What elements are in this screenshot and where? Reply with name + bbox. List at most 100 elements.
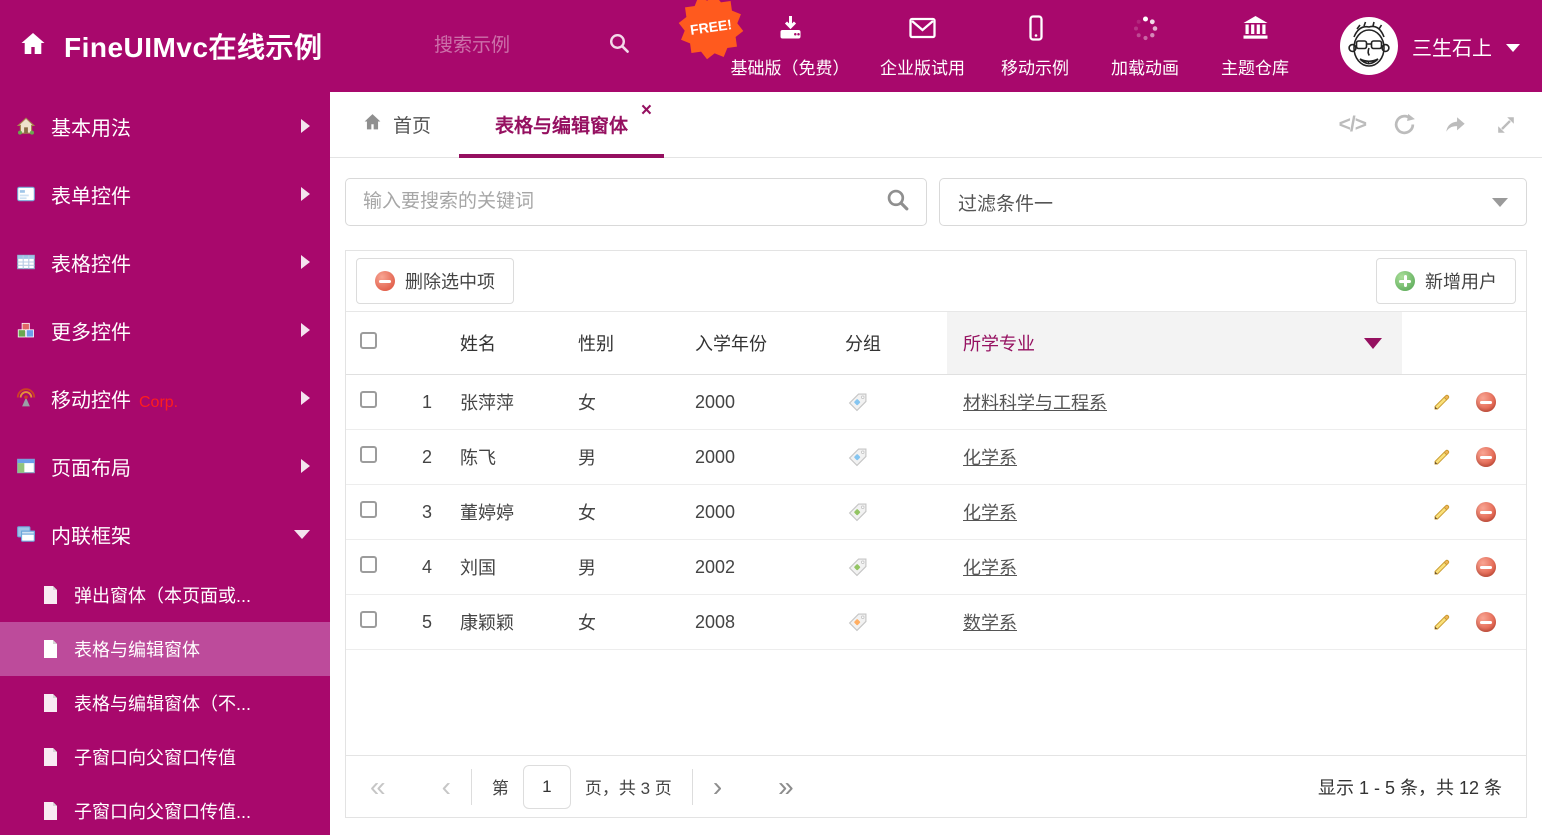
antenna-icon	[16, 388, 36, 408]
grid-toolbar: 删除选中项 新增用户	[346, 251, 1526, 311]
prev-page-button[interactable]: ‹	[442, 772, 451, 801]
add-user-button[interactable]: 新增用户	[1376, 258, 1516, 304]
edit-icon[interactable]	[1432, 447, 1452, 467]
edit-icon[interactable]	[1432, 392, 1452, 412]
chevron-down-icon	[1364, 337, 1382, 349]
cell-year: 2000	[695, 501, 736, 522]
major-link[interactable]: 数学系	[963, 613, 1017, 633]
major-link[interactable]: 化学系	[963, 503, 1017, 523]
sidebar-item-mobile-controls[interactable]: 移动控件 Corp.	[0, 364, 330, 432]
nav-item-mobile-demo[interactable]: 移动示例	[995, 14, 1075, 79]
home-icon	[362, 112, 383, 138]
delete-icon[interactable]	[1476, 392, 1496, 412]
sidebar-subitem-grid-edit-window[interactable]: 表格与编辑窗体	[0, 622, 330, 676]
cell-name: 张萍萍	[460, 393, 514, 413]
user-menu[interactable]: 三生石上	[1340, 0, 1520, 92]
chevron-down-icon	[1506, 43, 1520, 52]
nav-item-enterprise-trial[interactable]: 企业版试用	[880, 14, 965, 79]
brand-logo[interactable]: FineUIMvc在线示例	[18, 0, 323, 92]
delete-selected-button[interactable]: 删除选中项	[356, 258, 514, 304]
cell-year: 2000	[695, 391, 736, 412]
share-icon[interactable]	[1443, 112, 1468, 137]
tab-grid-edit-window[interactable]: 表格与编辑窗体 ×	[459, 92, 665, 158]
chevron-right-icon	[301, 323, 310, 337]
nav-item-theme-repo[interactable]: 主题仓库	[1215, 14, 1295, 79]
search-icon[interactable]	[885, 187, 911, 218]
top-search	[432, 0, 632, 92]
grid-panel: 删除选中项 新增用户 姓名 性别 入学年份 分组 所学专业 1 张萍萍 女 20…	[345, 250, 1527, 818]
table-icon	[16, 252, 36, 272]
delete-icon[interactable]	[1476, 502, 1496, 522]
keyword-search-input[interactable]	[361, 190, 885, 214]
page-number-input[interactable]	[522, 764, 571, 809]
sidebar-subitem-child-to-parent[interactable]: 子窗口向父窗口传值	[0, 730, 330, 784]
column-header-group[interactable]: 分组	[837, 330, 947, 356]
sidebar-item-page-layout[interactable]: 页面布局	[0, 432, 330, 500]
row-checkbox[interactable]	[360, 611, 377, 628]
nav-item-loading-animation[interactable]: 加载动画	[1105, 14, 1185, 79]
nav-item-basic-edition[interactable]: 基础版（免费）	[730, 14, 850, 79]
source-code-icon[interactable]: </>	[1339, 113, 1367, 137]
tab-toolbar: </>	[1339, 92, 1518, 157]
refresh-icon[interactable]	[1392, 112, 1417, 137]
row-checkbox[interactable]	[360, 391, 377, 408]
select-all-checkbox[interactable]	[360, 332, 377, 349]
record-count-summary: 显示 1 - 5 条，共 12 条	[1317, 777, 1502, 798]
spinner-icon	[1130, 14, 1161, 47]
first-page-button[interactable]: «	[370, 772, 386, 801]
sidebar-subitem-grid-edit-window-2[interactable]: 表格与编辑窗体（不...	[0, 676, 330, 730]
column-header-year[interactable]: 入学年份	[687, 330, 837, 356]
row-checkbox[interactable]	[360, 556, 377, 573]
main-content: 首页 表格与编辑窗体 × </> 输入要搜索的关键词 过滤条件一 删除选中项 新…	[330, 92, 1542, 835]
filter-dropdown[interactable]: 过滤条件一	[939, 178, 1527, 226]
major-link[interactable]: 化学系	[963, 448, 1017, 468]
search-icon[interactable]	[607, 31, 632, 61]
sidebar-item-grid-controls[interactable]: 表格控件	[0, 228, 330, 296]
table-row: 4 刘国 男 2002 化学系	[346, 540, 1526, 595]
close-icon[interactable]: ×	[641, 101, 652, 120]
edit-icon[interactable]	[1432, 557, 1452, 577]
major-link[interactable]: 化学系	[963, 558, 1017, 578]
sidebar-item-inline-frame[interactable]: 内联框架	[0, 500, 330, 568]
avatar	[1340, 17, 1398, 75]
sidebar: 基本用法 表单控件 表格控件 更多控件 移动控件 Corp. 页面布局 内联框架…	[0, 92, 330, 835]
cell-year: 2002	[695, 556, 736, 577]
form-icon	[16, 184, 36, 204]
row-number: 4	[421, 556, 432, 577]
home-brand-icon	[18, 30, 48, 63]
edit-icon[interactable]	[1432, 612, 1452, 632]
edit-icon[interactable]	[1432, 502, 1452, 522]
delete-icon[interactable]	[1476, 447, 1496, 467]
home-icon	[16, 116, 36, 136]
chevron-down-icon	[294, 529, 310, 539]
page-suffix-label: 页，共 3 页	[584, 779, 672, 798]
row-number: 1	[421, 391, 432, 412]
delete-icon[interactable]	[1476, 612, 1496, 632]
top-search-input[interactable]	[432, 34, 582, 58]
major-link[interactable]: 材料科学与工程系	[963, 393, 1107, 413]
frames-icon	[16, 524, 36, 544]
chevron-right-icon	[301, 391, 310, 405]
column-header-name[interactable]: 姓名	[452, 330, 570, 356]
sidebar-item-form-controls[interactable]: 表单控件	[0, 160, 330, 228]
sidebar-item-more-controls[interactable]: 更多控件	[0, 296, 330, 364]
column-header-gender[interactable]: 性别	[570, 330, 687, 356]
tab-home[interactable]: 首页	[334, 92, 459, 157]
row-checkbox[interactable]	[360, 446, 377, 463]
cell-gender: 女	[578, 393, 596, 413]
sidebar-subitem-child-to-parent-2[interactable]: 子窗口向父窗口传值...	[0, 784, 330, 835]
file-icon	[42, 747, 59, 767]
column-header-major[interactable]: 所学专业	[947, 312, 1402, 374]
next-page-button[interactable]: ›	[713, 772, 722, 801]
expand-icon[interactable]	[1494, 113, 1518, 137]
row-checkbox[interactable]	[360, 501, 377, 518]
sidebar-subitem-popup-window[interactable]: 弹出窗体（本页面或...	[0, 568, 330, 622]
cell-name: 康颖颖	[460, 613, 514, 633]
sidebar-item-basic-usage[interactable]: 基本用法	[0, 92, 330, 160]
chevron-right-icon	[301, 187, 310, 201]
file-icon	[42, 801, 59, 821]
delete-icon[interactable]	[1476, 557, 1496, 577]
chevron-down-icon	[1492, 197, 1508, 207]
tag-icon	[848, 558, 867, 576]
last-page-button[interactable]: »	[778, 772, 794, 801]
